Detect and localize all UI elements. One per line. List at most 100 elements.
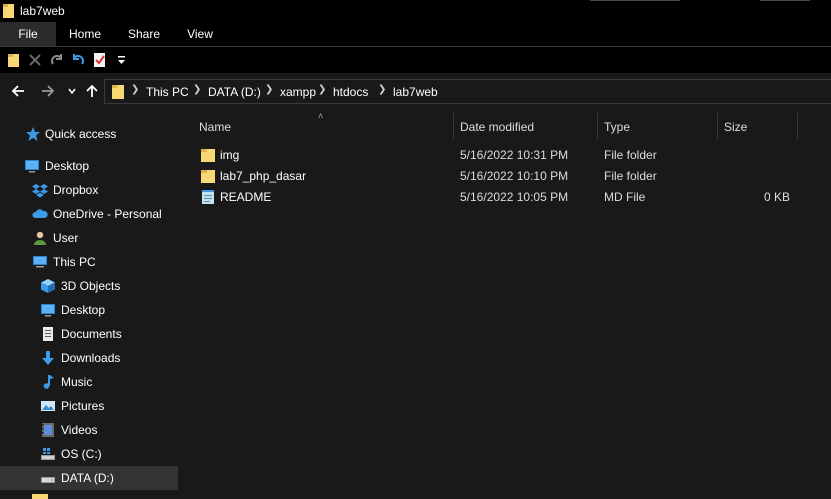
document-icon	[40, 326, 56, 342]
sidebar-item-pictures[interactable]: Pictures	[0, 394, 178, 418]
breadcrumb-separator-icon[interactable]: ❯	[318, 84, 326, 95]
sidebar-item-data-d[interactable]: DATA (D:)	[0, 466, 178, 490]
sidebar-item-3d-objects[interactable]: 3D Objects	[0, 274, 178, 298]
folder-icon	[32, 492, 50, 499]
folder-icon	[200, 147, 216, 163]
sidebar-item-label: This PC	[53, 255, 96, 269]
file-date: 5/16/2022 10:10 PM	[460, 169, 569, 183]
breadcrumb-separator-icon[interactable]: ❯	[193, 84, 201, 95]
sidebar-item-dropbox[interactable]: Dropbox	[0, 178, 178, 202]
sidebar-item-onedrive[interactable]: OneDrive - Personal	[0, 202, 178, 226]
column-divider[interactable]	[717, 113, 718, 139]
redo-icon[interactable]	[49, 52, 65, 68]
title-divider	[590, 0, 680, 1]
breadcrumb-separator-icon[interactable]: ❯	[378, 84, 386, 95]
sidebar-item-label: 3D Objects	[61, 279, 121, 293]
sidebar-item-pc-desktop[interactable]: Desktop	[0, 298, 178, 322]
sidebar-item-label: Quick access	[45, 127, 117, 141]
sidebar-item-label: Music	[61, 375, 93, 389]
sidebar-item-label: OS (C:)	[61, 447, 102, 461]
properties-icon[interactable]	[92, 52, 108, 68]
sidebar-item-label: Desktop	[61, 303, 106, 317]
user-icon	[32, 230, 48, 246]
sidebar-item-label: Dropbox	[53, 183, 99, 197]
file-type: MD File	[604, 190, 646, 204]
dropbox-icon	[32, 182, 48, 198]
sidebar-item-label: User	[53, 231, 79, 245]
file-size: 0 KB	[763, 190, 790, 204]
tab-share[interactable]: Share	[118, 22, 170, 46]
file-name: img	[220, 148, 240, 162]
address-bar[interactable]: ❯ This PC ❯ DATA (D:) ❯ xampp ❯ htdocs ❯…	[104, 79, 831, 104]
column-header-date-modified[interactable]: Date modified	[460, 111, 597, 143]
sidebar-item-music[interactable]: Music	[0, 370, 178, 394]
file-type: File folder	[604, 148, 657, 162]
sidebar-item-label: Desktop	[45, 159, 90, 173]
file-list: ˄ Name Date modified Type Size img 5/16/…	[180, 111, 831, 499]
sidebar-item-label: OneDrive - Personal	[53, 207, 162, 221]
picture-icon	[40, 398, 56, 414]
sidebar-item-label: DATA (D:)	[61, 471, 114, 485]
chevron-down-icon[interactable]	[62, 81, 82, 101]
sidebar-item-videos[interactable]: Videos	[0, 418, 178, 442]
tab-home[interactable]: Home	[58, 22, 112, 46]
column-divider[interactable]	[797, 113, 798, 139]
sidebar-item-label: Downloads	[61, 351, 121, 365]
windows-drive-icon	[40, 446, 56, 462]
column-divider[interactable]	[597, 113, 598, 139]
column-header-size[interactable]: Size	[724, 111, 797, 143]
sidebar-item-desktop[interactable]: Desktop	[0, 154, 178, 178]
title-bar: lab7web	[0, 0, 831, 22]
back-arrow-icon[interactable]	[8, 81, 28, 101]
breadcrumb-xampp[interactable]: xampp	[280, 85, 316, 99]
column-header-type[interactable]: Type	[604, 111, 717, 143]
sidebar-item-downloads[interactable]: Downloads	[0, 346, 178, 370]
drive-icon	[40, 470, 56, 486]
download-icon	[40, 350, 56, 366]
video-icon	[40, 422, 56, 438]
sidebar-item-user[interactable]: User	[0, 226, 178, 250]
table-row[interactable]: README 5/16/2022 10:05 PM MD File 0 KB	[198, 187, 818, 208]
desktop-icon	[40, 302, 56, 318]
sidebar-item-quick-access[interactable]: Quick access	[0, 122, 178, 146]
breadcrumb-htdocs[interactable]: htdocs	[333, 85, 368, 99]
forward-arrow-icon[interactable]	[38, 81, 58, 101]
file-date: 5/16/2022 10:05 PM	[460, 190, 569, 204]
cube-icon	[40, 278, 56, 294]
sidebar-item-this-pc[interactable]: This PC	[0, 250, 178, 274]
breadcrumb-separator-icon[interactable]: ❯	[265, 84, 273, 95]
tab-file[interactable]: File	[0, 22, 56, 46]
folder-icon	[200, 168, 216, 184]
music-icon	[40, 374, 56, 390]
breadcrumb-data-drive[interactable]: DATA (D:)	[208, 85, 261, 99]
folder-icon[interactable]	[6, 52, 22, 68]
breadcrumb-separator-icon[interactable]: ❯	[131, 84, 139, 95]
sidebar-item-documents[interactable]: Documents	[0, 322, 178, 346]
column-divider[interactable]	[453, 113, 454, 139]
ribbon-tabs: File Home Share View	[0, 22, 831, 46]
up-arrow-icon[interactable]	[82, 81, 102, 101]
sidebar-item-label: Pictures	[61, 399, 105, 413]
title-divider	[760, 0, 810, 1]
table-row[interactable]: img 5/16/2022 10:31 PM File folder	[198, 145, 818, 166]
tab-view[interactable]: View	[176, 22, 224, 46]
quick-access-toolbar	[0, 47, 831, 73]
breadcrumb-lab7web[interactable]: lab7web	[393, 85, 438, 99]
file-name: README	[220, 190, 272, 204]
file-name: lab7_php_dasar	[220, 169, 307, 183]
customize-dropdown-icon[interactable]	[116, 53, 132, 69]
star-icon	[25, 126, 41, 142]
notepad-file-icon	[200, 189, 216, 205]
column-header-name[interactable]: Name	[199, 111, 453, 143]
folder-icon	[111, 84, 125, 103]
sidebar-item-os-c[interactable]: OS (C:)	[0, 442, 178, 466]
table-row[interactable]: lab7_php_dasar 5/16/2022 10:10 PM File f…	[198, 166, 818, 187]
delete-icon[interactable]	[27, 52, 43, 68]
computer-icon	[32, 254, 48, 270]
undo-icon[interactable]	[70, 52, 86, 68]
sidebar-item-label: Videos	[61, 423, 98, 437]
navigation-pane: Quick access Desktop Dropbox OneDrive - …	[0, 111, 180, 499]
navigation-bar: ❯ This PC ❯ DATA (D:) ❯ xampp ❯ htdocs ❯…	[0, 73, 831, 111]
breadcrumb-this-pc[interactable]: This PC	[146, 85, 189, 99]
file-type: File folder	[604, 169, 657, 183]
